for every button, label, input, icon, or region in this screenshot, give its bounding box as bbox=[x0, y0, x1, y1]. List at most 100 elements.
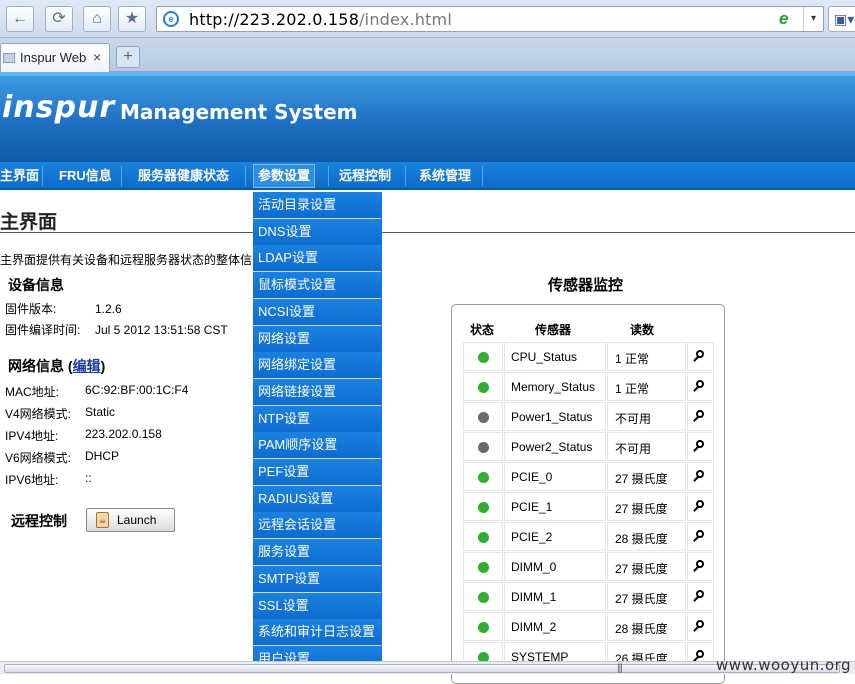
magnifier-icon[interactable] bbox=[696, 620, 704, 628]
nav-server-health[interactable]: 服务器健康状态 bbox=[134, 164, 233, 188]
sensor-panel: 状态 传感器 读数 CPU_Status 1 正常 Memory_Status 1 正… bbox=[451, 304, 725, 684]
nav-separator bbox=[482, 166, 483, 186]
scrollbar-thumb[interactable]: ||| bbox=[4, 663, 840, 674]
sensor-reading: 27 摄氏度 bbox=[615, 592, 668, 606]
new-tab-button[interactable]: + bbox=[116, 46, 140, 68]
status-dot-icon bbox=[478, 442, 489, 453]
sensor-name: PCIE_1 bbox=[511, 500, 553, 514]
sensor-reading: 1 正常 bbox=[615, 382, 650, 396]
dropdown-item[interactable]: 服务设置 bbox=[253, 539, 381, 567]
sensor-detail-cell[interactable] bbox=[687, 342, 714, 371]
sensor-name-cell: DIMM_0 bbox=[504, 552, 606, 581]
sensor-detail-cell[interactable] bbox=[687, 552, 714, 581]
mac-value: 6C:92:BF:00:1C:F4 bbox=[85, 383, 189, 397]
nav-settings[interactable]: 参数设置 bbox=[253, 164, 316, 188]
dropdown-item[interactable]: RADIUS设置 bbox=[253, 485, 381, 513]
dropdown-item[interactable]: 远程会话设置 bbox=[253, 512, 381, 540]
dropdown-item[interactable]: 网络链接设置 bbox=[253, 378, 381, 406]
sensor-reading-cell: 不可用 bbox=[607, 402, 686, 431]
sensor-reading: 27 摄氏度 bbox=[615, 472, 668, 486]
nav-separator bbox=[42, 166, 43, 186]
favorites-button[interactable]: ★ bbox=[118, 6, 146, 32]
nav-separator bbox=[328, 166, 329, 186]
url-host: http://223.202.0.158 bbox=[189, 10, 360, 29]
address-bar[interactable]: e http://223.202.0.158/index.html e ▾ bbox=[156, 6, 824, 32]
dropdown-item[interactable]: 活动目录设置 bbox=[253, 192, 381, 219]
sensor-detail-cell[interactable] bbox=[687, 612, 714, 641]
nav-home[interactable]: 主界面 bbox=[0, 164, 43, 188]
sensor-detail-cell[interactable] bbox=[687, 372, 714, 401]
magnifier-icon[interactable] bbox=[696, 560, 704, 568]
network-edit-link[interactable]: 编辑 bbox=[73, 358, 101, 374]
remote-control-heading: 远程控制 bbox=[11, 513, 67, 529]
magnifier-icon[interactable] bbox=[696, 350, 704, 358]
main-navbar: 主界面 FRU信息 服务器健康状态 参数设置 远程控制 系统管理 bbox=[0, 162, 855, 190]
sensor-detail-cell[interactable] bbox=[687, 462, 714, 491]
sensor-detail-cell[interactable] bbox=[687, 432, 714, 461]
edit-paren-open: ( bbox=[64, 358, 73, 374]
magnifier-icon[interactable] bbox=[696, 410, 704, 418]
sensor-row: Memory_Status 1 正常 bbox=[463, 372, 714, 402]
magnifier-icon[interactable] bbox=[696, 500, 704, 508]
watermark: www.wooyun.org bbox=[716, 656, 852, 674]
refresh-button[interactable]: ⟳ bbox=[45, 6, 73, 32]
dropdown-item[interactable]: 鼠标模式设置 bbox=[253, 272, 381, 300]
magnifier-icon[interactable] bbox=[696, 440, 704, 448]
tab-close-icon[interactable]: × bbox=[93, 49, 101, 65]
nav-system-management[interactable]: 系统管理 bbox=[415, 164, 475, 188]
sensor-status-cell bbox=[463, 612, 503, 641]
sensor-status-cell bbox=[463, 372, 503, 401]
nav-remote-control[interactable]: 远程控制 bbox=[335, 164, 395, 188]
sensor-detail-cell[interactable] bbox=[687, 582, 714, 611]
dropdown-item[interactable]: PEF设置 bbox=[253, 459, 381, 486]
sensor-name-cell: Memory_Status bbox=[504, 372, 606, 401]
sensor-detail-cell[interactable] bbox=[687, 402, 714, 431]
sensor-row: PCIE_2 28 摄氏度 bbox=[463, 522, 714, 552]
nav-separator bbox=[405, 166, 406, 186]
dropdown-item[interactable]: PAM顺序设置 bbox=[253, 432, 381, 460]
sensor-reading: 不可用 bbox=[615, 442, 652, 456]
dropdown-item[interactable]: NTP设置 bbox=[253, 405, 381, 433]
back-button[interactable]: ← bbox=[6, 6, 34, 32]
extension-button[interactable]: ▣▾ bbox=[828, 6, 855, 32]
sensor-name: Power2_Status bbox=[511, 440, 593, 454]
magnifier-icon[interactable] bbox=[696, 650, 704, 658]
back-arrow-icon: ← bbox=[12, 10, 28, 27]
dropdown-item[interactable]: 网络设置 bbox=[253, 325, 381, 353]
sensor-name: DIMM_1 bbox=[511, 590, 557, 604]
sensor-status-cell bbox=[463, 492, 503, 521]
sensor-row: Power2_Status 不可用 bbox=[463, 432, 714, 462]
sensor-detail-cell[interactable] bbox=[687, 492, 714, 521]
dropdown-item[interactable]: DNS设置 bbox=[253, 218, 381, 246]
v4-mode-value: Static bbox=[85, 405, 116, 419]
magnifier-icon[interactable] bbox=[696, 470, 704, 478]
nav-fru[interactable]: FRU信息 bbox=[55, 164, 116, 188]
dropdown-item[interactable]: LDAP设置 bbox=[253, 245, 381, 273]
dropdown-item[interactable]: 系统和审计日志设置 bbox=[253, 619, 381, 647]
ie-icon[interactable]: e bbox=[779, 10, 797, 28]
sensor-name-cell: Power1_Status bbox=[504, 402, 606, 431]
address-text[interactable]: http://223.202.0.158/index.html bbox=[189, 10, 452, 29]
dropdown-item[interactable]: 网络绑定设置 bbox=[253, 352, 381, 380]
browser-tab[interactable]: Inspur Web × bbox=[0, 43, 110, 72]
magnifier-icon[interactable] bbox=[696, 590, 704, 598]
home-button[interactable]: ⌂ bbox=[83, 6, 111, 32]
magnifier-icon[interactable] bbox=[696, 380, 704, 388]
dropdown-item[interactable]: SMTP设置 bbox=[253, 565, 381, 593]
dropdown-item[interactable]: NCSI设置 bbox=[253, 298, 381, 326]
ipv6-value: :: bbox=[85, 471, 92, 485]
sensor-status-cell bbox=[463, 342, 503, 371]
launch-button[interactable]: ☕ Launch bbox=[86, 508, 175, 532]
inspur-logo: inspur bbox=[2, 90, 116, 125]
status-dot-icon bbox=[478, 382, 489, 393]
dropdown-item[interactable]: SSL设置 bbox=[253, 592, 381, 620]
sensor-name-cell: PCIE_2 bbox=[504, 522, 606, 551]
sensor-detail-cell[interactable] bbox=[687, 522, 714, 551]
magnifier-icon[interactable] bbox=[696, 530, 704, 538]
sensor-status-cell bbox=[463, 582, 503, 611]
address-dropdown-button[interactable]: ▾ bbox=[803, 7, 823, 31]
status-dot-icon bbox=[478, 412, 489, 423]
sensor-row: DIMM_1 27 摄氏度 bbox=[463, 582, 714, 612]
sensor-name: CPU_Status bbox=[511, 350, 578, 364]
col-sensor-header: 传感器 bbox=[535, 323, 572, 337]
